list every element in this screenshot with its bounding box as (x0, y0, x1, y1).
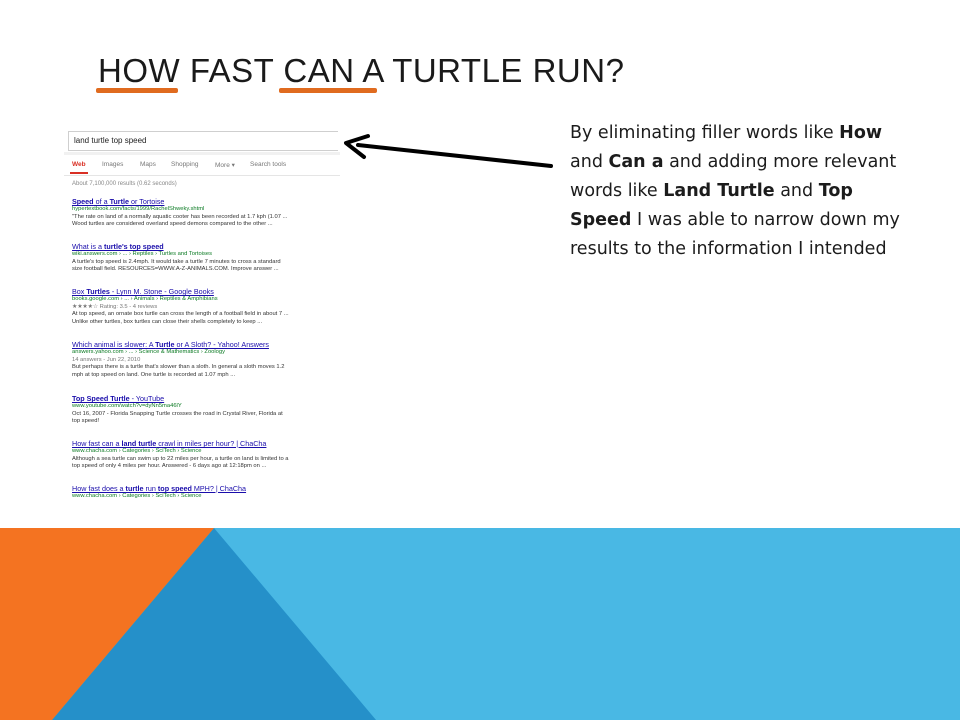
tabs-divider (64, 175, 340, 176)
tab-search-tools[interactable]: Search tools (250, 161, 286, 168)
tab-maps[interactable]: Maps (140, 161, 156, 168)
result-snippet-line: top speed! (72, 418, 100, 424)
result-title-highlight: Top Speed Turtle (72, 394, 130, 403)
arrow-head (344, 134, 370, 159)
result-title-link[interactable]: Box Turtles - Lynn M. Stone - Google Boo… (72, 287, 337, 296)
result-item: Speed of a Turtle or Tortoise hypertextb… (72, 197, 337, 229)
result-item: Which animal is slower: A Turtle or A Sl… (72, 340, 337, 379)
result-title-text: Which animal is slower: A (72, 340, 156, 349)
tab-images[interactable]: Images (102, 161, 123, 168)
result-snippet-line: Wood turtles are considered overland spe… (72, 221, 273, 227)
result-url: www.chacha.com › Categories › SciTech › … (72, 448, 202, 454)
result-title-highlight: turtle (125, 484, 144, 493)
result-snippet-line: "The rate on land of a normally aquatic … (72, 213, 288, 220)
explanation-emphasis: Land Turtle (663, 181, 775, 201)
explanation-emphasis: Can a (608, 152, 664, 172)
result-title-link[interactable]: Which animal is slower: A Turtle or A Sl… (72, 340, 337, 349)
result-title-highlight: Speed (72, 197, 94, 206)
result-title-text: What is a (72, 242, 104, 251)
result-snippet-line: Although a sea turtle can swim up to 22 … (72, 455, 289, 462)
result-title-text: - YouTube (129, 394, 165, 403)
result-title-text: Box (72, 287, 87, 296)
result-count: About 7,100,000 results (0.62 seconds) (72, 181, 177, 187)
result-snippet-line: mph at top speed on land. One turtle is … (72, 371, 236, 378)
result-title-text: of a (93, 197, 110, 206)
result-title-text: run (143, 484, 158, 493)
tab-more[interactable]: More ▾ (215, 161, 235, 169)
explanation-part: By eliminating filler words like (570, 123, 840, 143)
explanation-emphasis: How (839, 123, 883, 143)
result-url: www.chacha.com › Categories › SciTech › … (72, 493, 202, 499)
result-title-link[interactable]: Speed of a Turtle or Tortoise (72, 197, 337, 206)
result-title-text: How fast can a (72, 439, 122, 448)
result-url: www.youtube.com/watch?v=dyNn5ma46lY (72, 403, 182, 409)
result-title-highlight: top speed (157, 484, 192, 493)
result-title-highlight: land turtle (121, 439, 157, 448)
result-snippet-line: Unlike other turtles, box turtles can cl… (72, 318, 263, 325)
result-title-link[interactable]: How fast can a land turtle crawl in mile… (72, 439, 337, 448)
result-title-highlight: Turtle (109, 197, 129, 206)
result-snippet-line: top speed of only 4 miles per hour. Answ… (72, 463, 267, 469)
arrow-shaft (356, 143, 553, 168)
decorative-footer (0, 528, 960, 720)
search-input[interactable]: land turtle top speed (68, 131, 338, 151)
result-title-link[interactable]: Top Speed Turtle - YouTube (72, 394, 337, 403)
result-snippet-line: Oct 16, 2007 - Florida Snapping Turtle c… (72, 410, 283, 417)
result-title-link[interactable]: How fast does a turtle run top speed MPH… (72, 484, 337, 493)
explanation-text: By eliminating filler words like How and… (570, 119, 900, 264)
result-title-highlight: Turtles (86, 287, 110, 296)
result-title-text: - Lynn M. Stone - Google Books (109, 287, 214, 296)
title-underline-right (279, 88, 377, 93)
result-title-text: MPH? | ChaCha (191, 484, 247, 493)
result-title-link[interactable]: What is a turtle's top speed (72, 242, 337, 251)
result-url: answers.yahoo.com › ... › Science & Math… (72, 349, 226, 355)
tab-web[interactable]: Web (72, 161, 86, 168)
result-item: Top Speed Turtle - YouTube www.youtube.c… (72, 394, 337, 426)
tab-web-indicator (70, 172, 88, 174)
result-url: books.google.com › ... › Animals › Repti… (72, 296, 218, 302)
searchbar-divider (64, 152, 340, 155)
result-snippet-line: size football field. RESOURCES=WWW.A-Z-A… (72, 266, 279, 272)
explanation-part: and (570, 152, 609, 172)
result-item: How fast does a turtle run top speed MPH… (72, 484, 337, 501)
explanation-part: and (774, 181, 819, 201)
result-url: wiki.answers.com › ... › Reptiles › Turt… (72, 251, 213, 257)
tab-shopping[interactable]: Shopping (171, 161, 198, 168)
result-meta: 14 answers - Jun 22, 2010 (72, 356, 141, 363)
result-snippet-line: A turtle's top speed is 2.4mph. It would… (72, 258, 281, 265)
title-underline-left (96, 88, 178, 93)
search-results-screenshot: land turtle top speed Web Images Maps Sh… (64, 126, 340, 504)
result-title-highlight: Turtle (155, 340, 175, 349)
result-title-highlight: turtle's top speed (103, 242, 164, 251)
result-snippet-line: At top speed, an ornate box turtle can c… (72, 311, 289, 317)
result-title-text: crawl in miles per hour? | ChaCha (156, 439, 267, 448)
result-item: How fast can a land turtle crawl in mile… (72, 439, 337, 471)
slide-title: HOW FAST CAN A TURTLE RUN? (98, 52, 625, 89)
search-query-text: land turtle top speed (74, 136, 147, 145)
result-url: hypertextbook.com/facts/1999/RachelShwek… (72, 206, 205, 212)
result-title-text: or A Sloth? - Yahoo! Answers (174, 340, 269, 349)
result-item: What is a turtle's top speed wiki.answer… (72, 242, 337, 274)
result-title-text: or Tortoise (129, 197, 165, 206)
result-snippet-line: But perhaps there is a turtle that's slo… (72, 364, 285, 370)
result-item: Box Turtles - Lynn M. Stone - Google Boo… (72, 287, 337, 326)
result-title-text: How fast does a (72, 484, 126, 493)
result-rating: ★★★★☆ Rating: 3.5 - 4 reviews (72, 303, 158, 310)
